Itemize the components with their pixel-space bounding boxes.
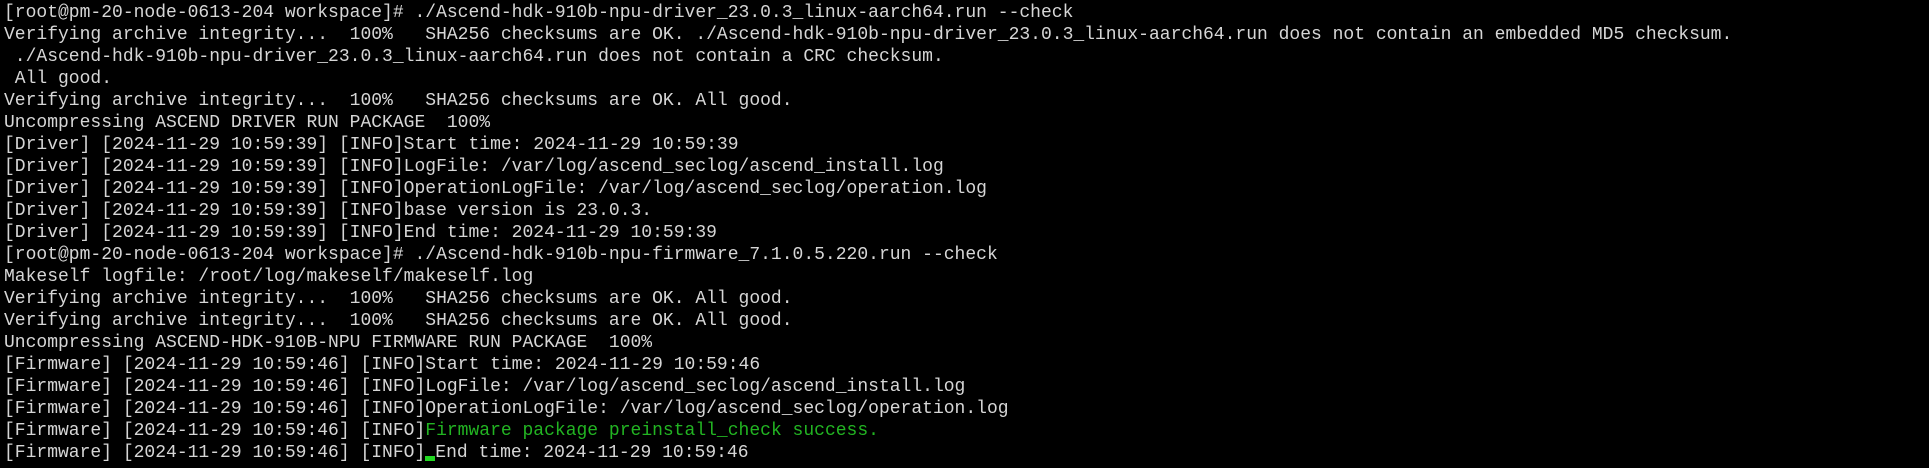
terminal-line: [root@pm-20-node-0613-204 workspace]# ./… — [4, 3, 1074, 23]
terminal-line: [Firmware] [2024-11-29 10:59:46] [INFO]S… — [4, 355, 761, 375]
terminal-line: Verifying archive integrity... 100% SHA2… — [4, 289, 793, 309]
terminal-line: ./Ascend-hdk-910b-npu-driver_23.0.3_linu… — [4, 47, 944, 67]
terminal-line: [Driver] [2024-11-29 10:59:39] [INFO]Log… — [4, 157, 944, 177]
log-message: End time: 2024-11-29 10:59:46 — [435, 443, 749, 463]
terminal-line: Verifying archive integrity... 100% SHA2… — [4, 25, 1733, 45]
terminal-line: [Firmware] [2024-11-29 10:59:46] [INFO]L… — [4, 377, 966, 397]
terminal-line: Verifying archive integrity... 100% SHA2… — [4, 91, 793, 111]
terminal-line: Uncompressing ASCEND-HDK-910B-NPU FIRMWA… — [4, 333, 653, 353]
terminal-line: Uncompressing ASCEND DRIVER RUN PACKAGE … — [4, 113, 491, 133]
terminal-line-last: [Firmware] [2024-11-29 10:59:46] [INFO] E… — [4, 442, 1929, 464]
terminal-line: [Firmware] [2024-11-29 10:59:46] [INFO]O… — [4, 399, 1009, 419]
terminal-line: [Driver] [2024-11-29 10:59:39] [INFO]End… — [4, 223, 717, 243]
terminal-line: [Driver] [2024-11-29 10:59:39] [INFO]Sta… — [4, 135, 739, 155]
success-message: Firmware package preinstall_check succes… — [425, 421, 879, 441]
terminal-line: Makeself logfile: /root/log/makeself/mak… — [4, 267, 534, 287]
terminal-line: Verifying archive integrity... 100% SHA2… — [4, 311, 793, 331]
log-prefix: [Firmware] [2024-11-29 10:59:46] [INFO] — [4, 443, 426, 463]
terminal-line: [root@pm-20-node-0613-204 workspace]# ./… — [4, 245, 998, 265]
terminal-line-success: [Firmware] [2024-11-29 10:59:46] [INFO]F… — [4, 420, 1929, 442]
terminal-window[interactable]: [root@pm-20-node-0613-204 workspace]# ./… — [0, 0, 1929, 468]
terminal-cursor — [425, 456, 436, 461]
log-prefix: [Firmware] [2024-11-29 10:59:46] [INFO] — [4, 421, 426, 441]
terminal-line: All good. — [4, 69, 113, 89]
terminal-line: [Driver] [2024-11-29 10:59:39] [INFO]bas… — [4, 201, 653, 221]
terminal-line: [Driver] [2024-11-29 10:59:39] [INFO]Ope… — [4, 179, 987, 199]
